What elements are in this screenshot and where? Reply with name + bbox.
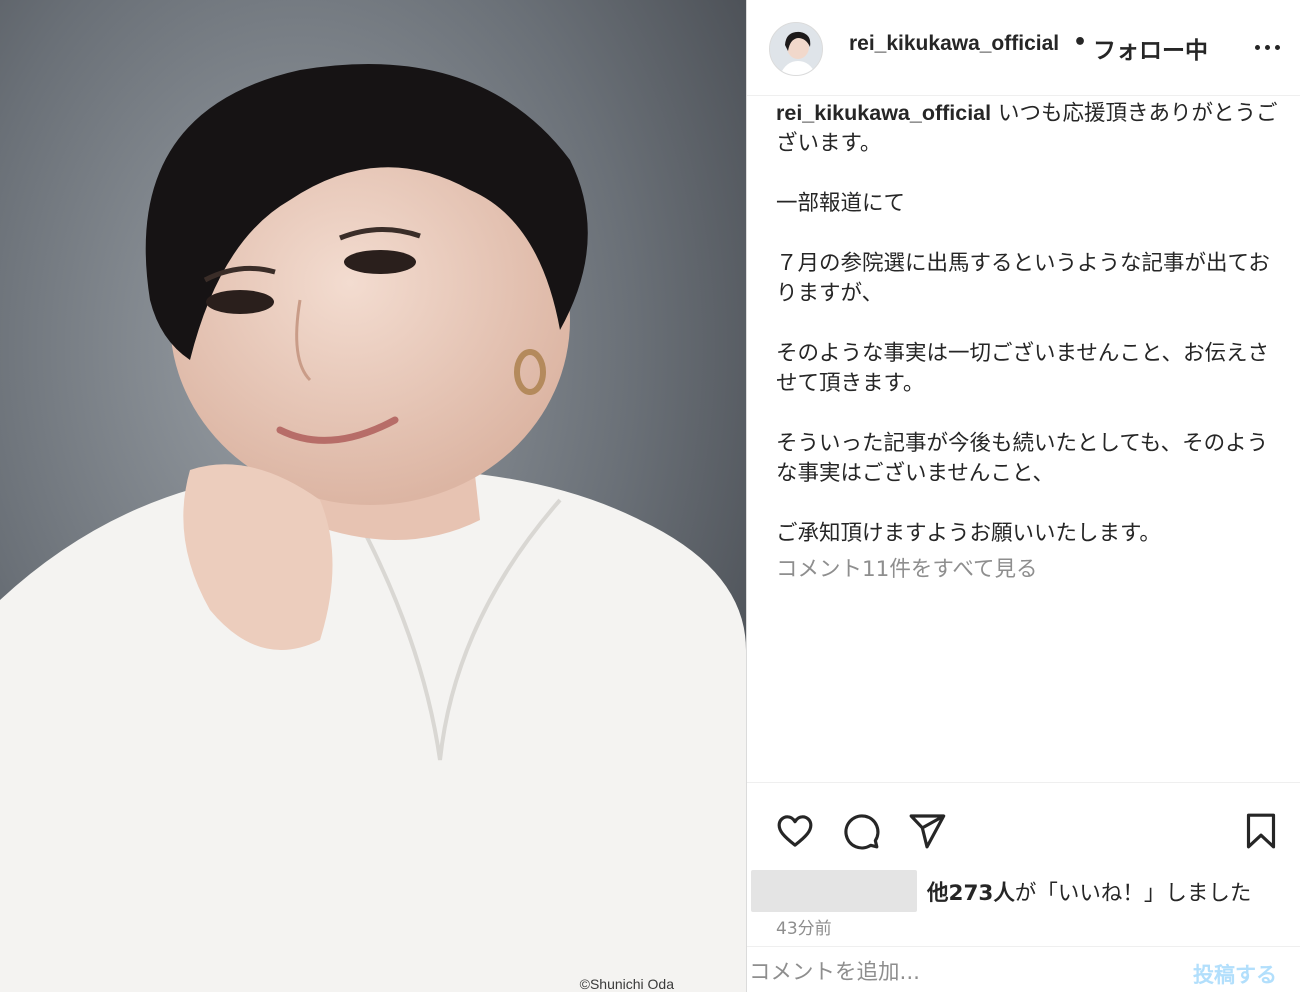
likes-user-blurred xyxy=(751,870,917,912)
paper-plane-icon[interactable] xyxy=(907,811,947,855)
heart-icon[interactable] xyxy=(775,811,815,855)
caption-text: ７月の参院選に出馬するというような記事が出ておりますが、 xyxy=(776,251,1270,306)
caption-line: rei_kikukawa_official いつも応援頂きありがとうございます。 xyxy=(776,98,1281,159)
caption-text: 一部報道にて xyxy=(776,191,906,216)
more-dot xyxy=(1254,44,1260,50)
likes-summary[interactable]: 他273人が「いいね！」しました xyxy=(927,876,1251,907)
likes-count[interactable]: 他273人 xyxy=(927,881,1015,906)
caption-text: そういった記事が今後も続いたとしても、そのような事実はございませんこと、 xyxy=(776,431,1269,486)
likes-row: 他273人が「いいね！」しました xyxy=(747,868,1300,916)
post-photo[interactable]: ©Shunichi Oda xyxy=(0,0,746,992)
more-dot xyxy=(1274,44,1280,50)
avatar-image xyxy=(770,23,822,75)
avatar[interactable] xyxy=(769,22,823,76)
post-comment-button[interactable]: 投稿する xyxy=(1193,959,1277,989)
post-caption: rei_kikukawa_official いつも応援頂きありがとうございます。… xyxy=(776,98,1281,549)
comment-bar: 投稿する xyxy=(747,946,1300,993)
bookmark-icon[interactable] xyxy=(1241,811,1281,855)
header-username[interactable]: rei_kikukawa_official xyxy=(849,32,1059,56)
header-separator: • xyxy=(1073,30,1088,55)
caption-text: ご承知頂けますようお願いいたします。 xyxy=(776,521,1161,546)
caption-text: そのような事実は一切ございませんこと、お伝えさせて頂きます。 xyxy=(776,341,1269,396)
more-horizontal-icon[interactable] xyxy=(1247,34,1287,60)
post-panel: rei_kikukawa_official • フォロー中 rei_kikuka… xyxy=(746,0,1300,992)
post-timestamp[interactable]: 43分前 xyxy=(776,914,832,939)
view-all-comments-link[interactable]: コメント11件をすべて見る xyxy=(776,552,1038,583)
more-dot xyxy=(1264,44,1270,50)
comment-input[interactable] xyxy=(749,955,1149,989)
likes-suffix: が「いいね！」しました xyxy=(1014,881,1252,906)
following-button[interactable]: フォロー中 xyxy=(1093,31,1208,65)
photo-credit: ©Shunichi Oda xyxy=(579,976,674,992)
post-header: rei_kikukawa_official • フォロー中 xyxy=(747,0,1300,96)
portrait-illustration xyxy=(0,0,746,992)
comment-bubble-icon[interactable] xyxy=(841,811,881,855)
caption-username[interactable]: rei_kikukawa_official xyxy=(776,101,991,125)
